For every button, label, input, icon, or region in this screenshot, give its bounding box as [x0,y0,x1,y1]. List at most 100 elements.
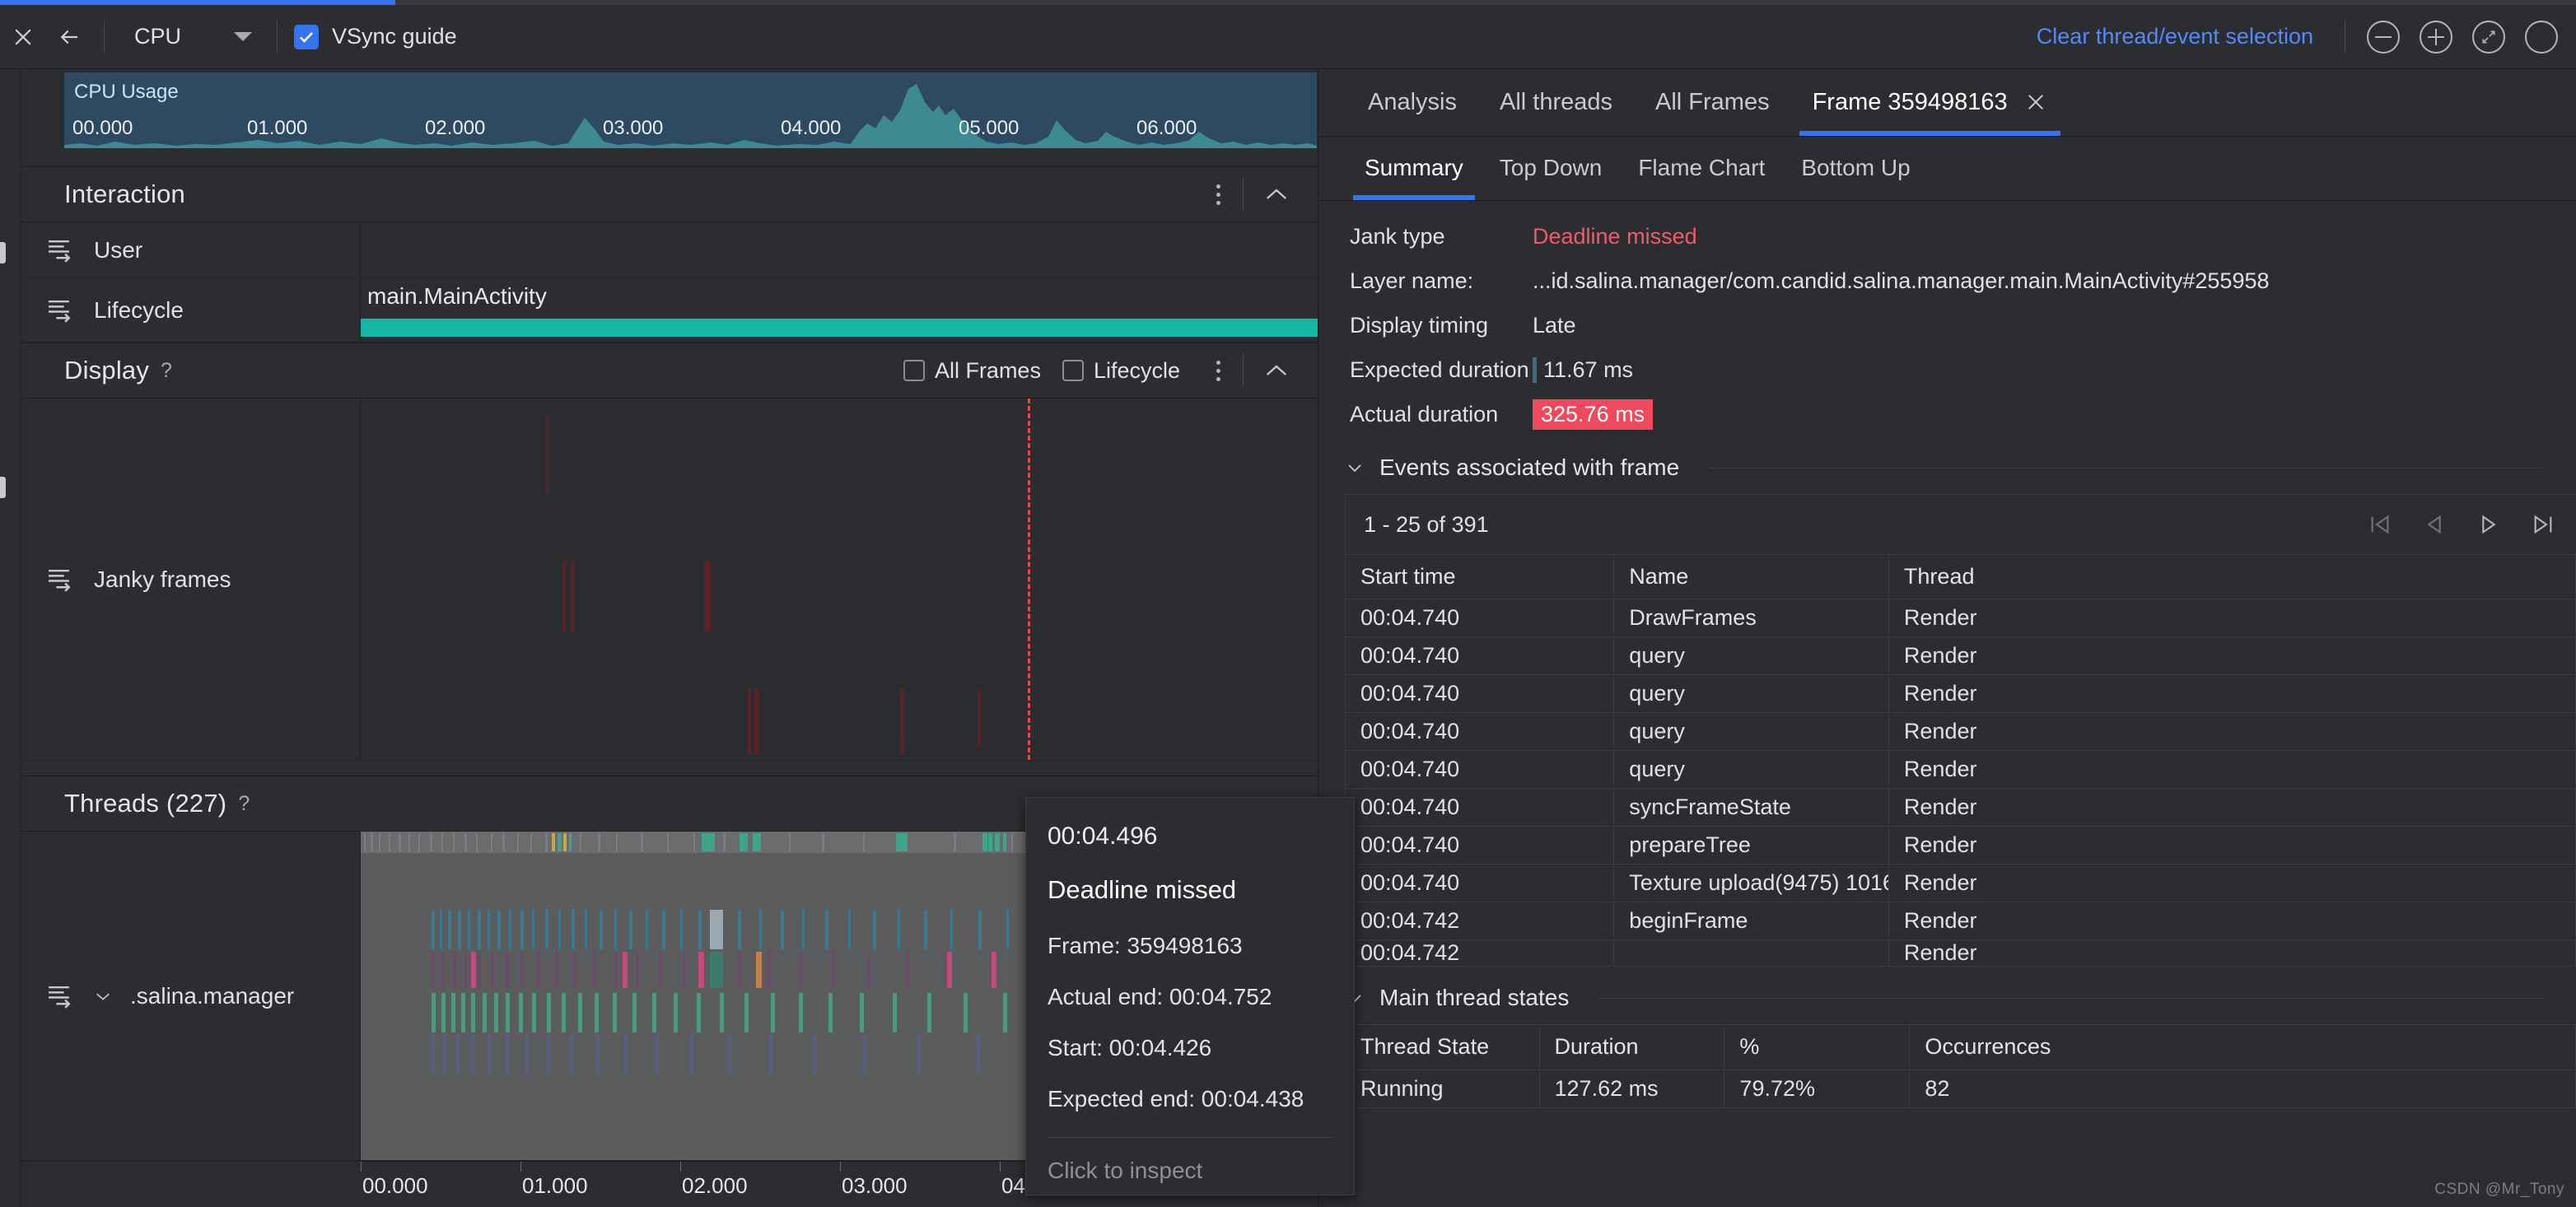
chevron-down-icon [1345,461,1365,474]
display-collapse-icon[interactable] [1252,351,1301,390]
table-row[interactable]: Running 127.62 ms 79.72% 82 [1346,1070,2576,1107]
interaction-header-actions [1202,175,1318,214]
column-header-occurrences[interactable]: Occurrences [1910,1025,2576,1070]
cell-name: query [1614,637,1889,675]
table-row[interactable]: 00:04.740 query Render [1346,713,2576,751]
track-label-user: User [0,222,361,277]
track-lines-icon [44,982,76,1010]
table-row[interactable]: 00:04.742 Render [1346,940,2576,967]
events-section-title: Events associated with frame [1379,454,1679,481]
close-icon[interactable] [0,5,46,69]
next-page-icon[interactable] [2476,511,2502,538]
lifecycle-activity-bar[interactable] [361,319,1318,337]
cell-start-time: 00:04.742 [1346,940,1614,967]
back-arrow-icon[interactable] [46,5,92,69]
column-header-name[interactable]: Name [1614,555,1889,599]
tooltip-actual-end: Actual end: 00:04.752 [1048,984,1332,1010]
lifecycle-checkbox[interactable]: Lifecycle [1062,358,1180,384]
table-row[interactable]: 00:04.740 syncFrameState Render [1346,789,2576,827]
events-table-container: 1 - 25 of 391 [1345,494,2576,967]
reset-zoom-button[interactable] [2462,5,2515,69]
threads-help-icon[interactable]: ? [238,792,250,816]
process-select[interactable]: CPU [116,18,265,56]
subtab-bottom-up[interactable]: Bottom Up [1783,136,1928,200]
details-subtabs: Summary Top Down Flame Chart Bottom Up [1318,137,2576,201]
close-tab-icon[interactable] [2024,91,2047,114]
timeline-pane: CPU Usage 00.000 01.000 02.000 03.000 04… [0,69,1318,1207]
table-row[interactable]: 00:04.742 beginFrame Render [1346,902,2576,940]
vsync-guide-marker [1028,398,1030,760]
toolbar-divider-1 [104,21,105,54]
table-row[interactable]: 00:04.740 query Render [1346,675,2576,713]
table-row[interactable]: 00:04.740 Texture upload(9475) 1016x590 … [1346,864,2576,902]
column-header-thread[interactable]: Thread [1888,555,2575,599]
clear-selection-button[interactable]: Clear thread/event selection [2037,24,2333,49]
events-table: Start time Name Thread 00:04.740 DrawFra… [1346,554,2576,966]
tab-label: All threads [1500,89,1612,116]
axis-tick-label: 00.000 [362,1173,428,1199]
display-more-icon[interactable] [1202,351,1234,390]
all-frames-checkbox[interactable]: All Frames [903,358,1041,384]
tab-analysis[interactable]: Analysis [1346,68,1478,136]
interaction-collapse-icon[interactable] [1252,175,1301,214]
zoom-in-button[interactable] [2410,5,2462,69]
vsync-guide-checkbox[interactable]: VSync guide [289,24,457,49]
table-row[interactable]: 00:04.740 query Render [1346,637,2576,675]
all-frames-label: All Frames [935,358,1041,384]
tab-all-frames[interactable]: All Frames [1634,68,1791,136]
column-header-percent[interactable]: % [1724,1025,1910,1070]
tab-all-threads[interactable]: All threads [1478,68,1634,136]
previous-page-icon[interactable] [2421,511,2448,538]
display-help-icon[interactable]: ? [161,359,172,383]
track-canvas-lifecycle[interactable]: main.MainActivity [361,278,1318,342]
thread-expand-icon[interactable] [94,990,112,1003]
table-row[interactable]: 00:04.740 DrawFrames Render [1346,599,2576,637]
states-section-header[interactable]: Main thread states [1318,967,2576,1024]
summary-key: Jank type [1350,224,1533,249]
table-row[interactable]: 00:04.740 prepareTree Render [1346,827,2576,864]
interaction-more-icon[interactable] [1202,175,1234,214]
first-page-icon[interactable] [2367,511,2393,538]
cell-start-time: 00:04.740 [1346,637,1614,675]
toolbar-right-group: Clear thread/event selection [2037,5,2576,69]
tab-frame-details[interactable]: Frame 359498163 [1791,68,2069,136]
circle-icon [2525,21,2558,54]
table-row[interactable]: 00:04.740 query Render [1346,751,2576,789]
cpu-tick: 04.000 [781,117,841,140]
lifecycle-activity-label: main.MainActivity [367,283,547,310]
events-table-toolbar: 1 - 25 of 391 [1346,495,2576,554]
checkbox-checked-icon [294,25,319,49]
cpu-usage-chart[interactable]: CPU Usage 00.000 01.000 02.000 03.000 04… [64,72,1317,148]
cell-start-time: 00:04.742 [1346,902,1614,940]
tooltip-time: 00:04.496 [1048,823,1332,850]
column-header-duration[interactable]: Duration [1539,1025,1724,1070]
column-header-thread-state[interactable]: Thread State [1346,1025,1539,1070]
summary-row-layer-name: Layer name: ...id.salina.manager/com.can… [1318,259,2576,303]
overflow-button[interactable] [2515,5,2568,69]
track-row-user[interactable]: User [0,222,1318,278]
subtab-label: Summary [1365,155,1463,181]
subtab-flame-chart[interactable]: Flame Chart [1620,136,1783,200]
zoom-out-button[interactable] [2357,5,2410,69]
tab-label: All Frames [1655,89,1770,116]
cell-thread: Render [1888,902,2575,940]
events-section-header[interactable]: Events associated with frame [1318,436,2576,494]
subtab-summary[interactable]: Summary [1346,136,1482,200]
cell-thread: Render [1888,827,2575,864]
states-table: Thread State Duration % Occurrences Runn… [1346,1025,2576,1107]
last-page-icon[interactable] [2530,511,2556,538]
rail-handle-1[interactable] [0,242,6,263]
track-label-text: Janky frames [94,566,231,593]
rail-handle-2[interactable] [0,477,6,498]
track-row-janky-frames[interactable]: Janky frames [0,398,1318,761]
cell-name: syncFrameState [1614,789,1889,827]
track-row-lifecycle[interactable]: Lifecycle main.MainActivity [0,278,1318,343]
column-header-start-time[interactable]: Start time [1346,555,1614,599]
profiler-window: CPU VSync guide Clear thread/event selec… [0,0,2576,1207]
track-label-text: User [94,237,142,263]
cell-thread: Render [1888,864,2575,902]
subtab-top-down[interactable]: Top Down [1482,136,1621,200]
janky-frames-plot [361,398,1318,760]
track-canvas-janky-frames[interactable] [361,398,1318,760]
track-canvas-user[interactable] [361,222,1318,277]
